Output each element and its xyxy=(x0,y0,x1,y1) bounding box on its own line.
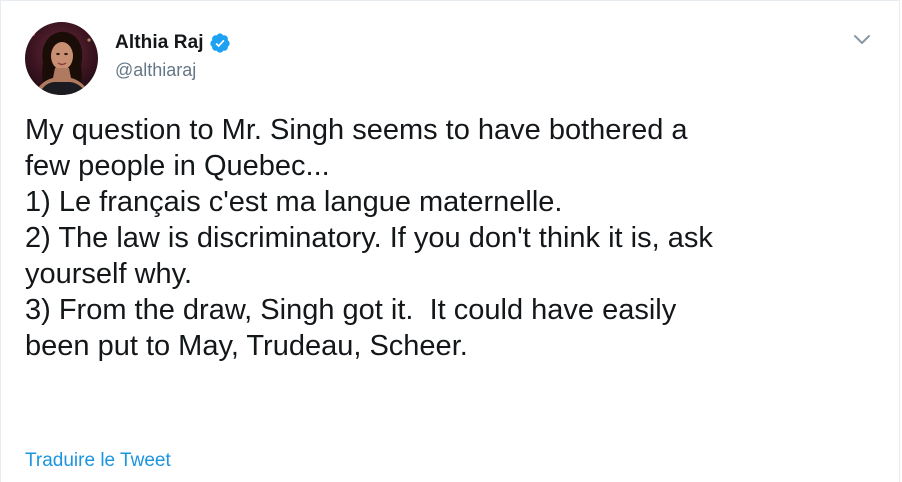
translate-tweet-link[interactable]: Traduire le Tweet xyxy=(25,450,171,472)
author-name-row[interactable]: Althia Raj xyxy=(115,31,231,55)
author-handle[interactable]: @althiaraj xyxy=(115,60,196,81)
tweet-text-line: 2) The law is discriminatory. If you don… xyxy=(25,222,713,254)
tweet-text-line: been put to May, Trudeau, Scheer. xyxy=(25,330,468,362)
tweet-text-line: My question to Mr. Singh seems to have b… xyxy=(25,114,688,146)
tweet-text-line: 3) From the draw, Singh got it. It could… xyxy=(25,294,677,326)
avatar[interactable] xyxy=(25,22,98,95)
tweet-card[interactable]: Althia Raj @althiaraj My question to Mr.… xyxy=(0,0,900,482)
tweet-text-line: 1) Le français c'est ma langue maternell… xyxy=(25,186,563,218)
author-name[interactable]: Althia Raj xyxy=(115,32,204,54)
avatar-image xyxy=(25,22,98,95)
chevron-down-icon[interactable] xyxy=(851,32,873,48)
verified-badge-icon xyxy=(209,32,231,54)
tweet-text: My question to Mr. Singh seems to have b… xyxy=(25,112,885,364)
tweet-text-line: yourself why. xyxy=(25,258,193,290)
tweet-text-line: few people in Quebec... xyxy=(25,150,330,182)
